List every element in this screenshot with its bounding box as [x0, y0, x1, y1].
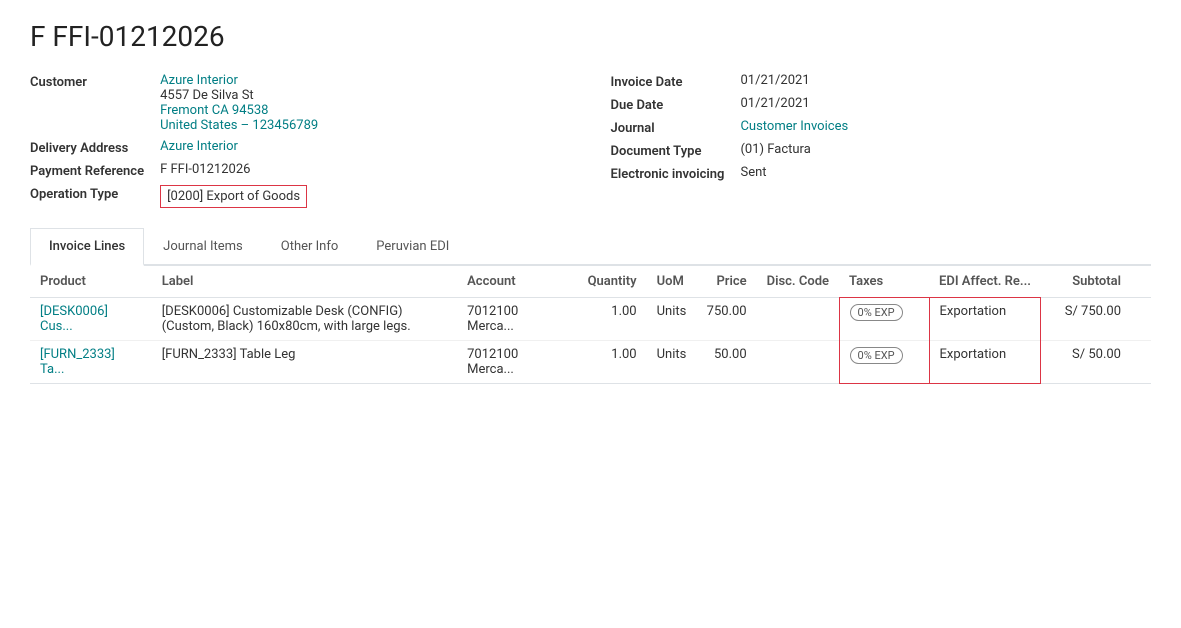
customer-value: Azure Interior 4557 De Silva St Fremont … [160, 73, 570, 133]
payment-value: F FFI-01212026 [160, 162, 570, 179]
customer-label: Customer [30, 73, 144, 133]
doc-type-value: (01) Factura [740, 142, 1151, 159]
row2-product[interactable]: [FURN_2333] Ta... [30, 341, 152, 384]
tab-journal-items[interactable]: Journal Items [144, 228, 262, 266]
row2-tax-badge: 0% EXP [850, 347, 903, 364]
left-info: Customer Azure Interior 4557 De Silva St… [30, 73, 571, 208]
row1-label: [DESK0006] Customizable Desk (CONFIG) (C… [152, 298, 457, 341]
row2-account: 7012100 Merca... [457, 341, 577, 384]
info-grid: Customer Azure Interior 4557 De Silva St… [30, 73, 1151, 208]
payment-label: Payment Reference [30, 162, 144, 179]
row2-taxes: 0% EXP [839, 341, 929, 384]
operation-value-container: [0200] Export of Goods [160, 185, 570, 208]
table-header-row: Product Label Account Quantity UoM Price… [30, 266, 1151, 298]
row2-uom: Units [647, 341, 697, 384]
col-header-subtotal: Subtotal [1041, 266, 1131, 298]
invoice-date-label: Invoice Date [611, 73, 725, 90]
row1-subtotal: S/ 750.00 [1041, 298, 1131, 341]
col-header-price: Price [697, 266, 757, 298]
table-row: [DESK0006] Cus... [DESK0006] Customizabl… [30, 298, 1151, 341]
page-title: F FFI-01212026 [30, 20, 1151, 53]
doc-type-label: Document Type [611, 142, 725, 159]
row2-label: [FURN_2333] Table Leg [152, 341, 457, 384]
delivery-value[interactable]: Azure Interior [160, 139, 570, 156]
col-header-taxes: Taxes [839, 266, 929, 298]
row1-account: 7012100 Merca... [457, 298, 577, 341]
row1-price: 750.00 [697, 298, 757, 341]
tab-invoice-lines[interactable]: Invoice Lines [30, 228, 144, 266]
customer-addr1: 4557 De Silva St [160, 88, 570, 103]
invoice-date-value: 01/21/2021 [740, 73, 1151, 90]
row2-subtotal: S/ 50.00 [1041, 341, 1131, 384]
row1-taxes: 0% EXP [839, 298, 929, 341]
due-date-label: Due Date [611, 96, 725, 113]
invoice-lines-table: Product Label Account Quantity UoM Price… [30, 266, 1151, 384]
table-row: [FURN_2333] Ta... [FURN_2333] Table Leg … [30, 341, 1151, 384]
row2-edi: Exportation [929, 341, 1041, 384]
col-header-quantity: Quantity [578, 266, 647, 298]
customer-name[interactable]: Azure Interior [160, 73, 570, 88]
col-header-label: Label [152, 266, 457, 298]
right-info: Invoice Date 01/21/2021 Due Date 01/21/2… [611, 73, 1152, 208]
row1-edi: Exportation [929, 298, 1041, 341]
col-header-uom: UoM [647, 266, 697, 298]
einvoicing-label: Electronic invoicing [611, 165, 725, 182]
row2-quantity: 1.00 [578, 341, 647, 384]
einvoicing-value: Sent [740, 165, 1151, 182]
row1-more [1131, 298, 1151, 341]
col-header-account: Account [457, 266, 577, 298]
row2-more [1131, 341, 1151, 384]
col-header-disc-code: Disc. Code [757, 266, 839, 298]
row1-tax-badge: 0% EXP [850, 304, 903, 321]
customer-addr2[interactable]: Fremont CA 94538 [160, 103, 570, 118]
journal-label: Journal [611, 119, 725, 136]
col-header-edi: EDI Affect. Re... [929, 266, 1041, 298]
tab-peruvian-edi[interactable]: Peruvian EDI [357, 228, 468, 266]
row1-product[interactable]: [DESK0006] Cus... [30, 298, 152, 341]
row1-uom: Units [647, 298, 697, 341]
operation-label: Operation Type [30, 185, 144, 208]
tabs-bar: Invoice Lines Journal Items Other Info P… [30, 228, 1151, 266]
delivery-label: Delivery Address [30, 139, 144, 156]
row1-quantity: 1.00 [578, 298, 647, 341]
journal-value[interactable]: Customer Invoices [740, 119, 1151, 136]
col-header-more [1131, 266, 1151, 298]
row2-price: 50.00 [697, 341, 757, 384]
due-date-value: 01/21/2021 [740, 96, 1151, 113]
row2-disc-code [757, 341, 839, 384]
tab-other-info[interactable]: Other Info [262, 228, 358, 266]
customer-addr3[interactable]: United States – 123456789 [160, 118, 570, 133]
operation-type-value: [0200] Export of Goods [160, 185, 307, 208]
row1-disc-code [757, 298, 839, 341]
col-header-product: Product [30, 266, 152, 298]
